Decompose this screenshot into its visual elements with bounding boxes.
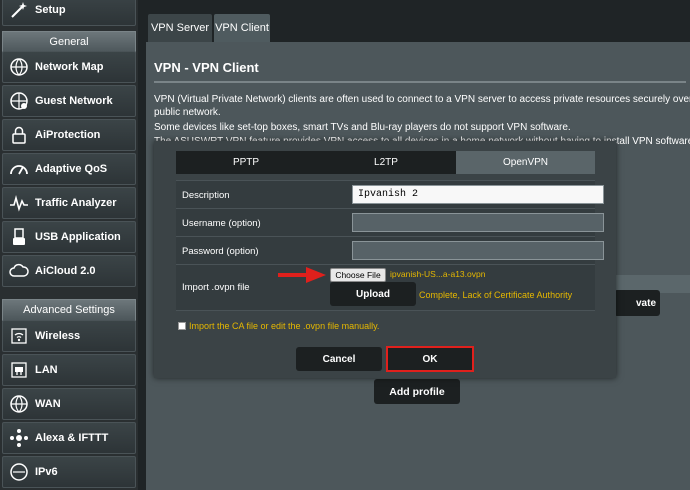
globe-icon <box>9 394 29 414</box>
sidebar-item-label: Network Map <box>35 61 104 73</box>
ok-button[interactable]: OK <box>386 346 474 372</box>
sidebar-item-ipv6[interactable]: IPv6 <box>2 456 136 488</box>
selected-file-name: ipvanish-US...a-a13.ovpn <box>390 269 486 279</box>
title-divider <box>154 81 686 83</box>
usb-icon <box>9 227 29 247</box>
tab-vpn-client[interactable]: VPN Client <box>214 14 270 42</box>
sidebar-item-label: Setup <box>35 4 66 16</box>
sidebar-item-label: LAN <box>35 364 58 376</box>
username-label: Username (option) <box>182 218 261 229</box>
password-label: Password (option) <box>182 246 259 257</box>
tab-pptp[interactable]: PPTP <box>176 151 316 174</box>
username-field[interactable] <box>352 213 604 232</box>
vpn-profile-dialog: PPTP L2TP OpenVPN Description Ipvanish 2… <box>154 141 616 378</box>
sidebar-item-label: USB Application <box>35 231 121 243</box>
add-profile-button[interactable]: Add profile <box>374 379 460 404</box>
sidebar: Setup General Network Map Guest Network … <box>0 0 138 490</box>
sidebar-item-alexa-ifttt[interactable]: Alexa & IFTTT <box>2 422 136 454</box>
tab-l2tp[interactable]: L2TP <box>316 151 456 174</box>
sidebar-item-aiprotection[interactable]: AiProtection <box>2 119 136 151</box>
sidebar-item-label: Guest Network <box>35 95 113 107</box>
sidebar-item-label: AiProtection <box>35 129 101 141</box>
traffic-icon <box>9 193 29 213</box>
password-field[interactable] <box>352 241 604 260</box>
sidebar-item-label: Adaptive QoS <box>35 163 108 175</box>
sidebar-item-wan[interactable]: WAN <box>2 388 136 420</box>
red-arrow-icon <box>278 267 326 283</box>
cloud-icon <box>9 261 29 281</box>
sidebar-item-label: Alexa & IFTTT <box>35 432 109 444</box>
import-ca-label: Import the CA file or edit the .ovpn fil… <box>189 321 380 331</box>
sidebar-item-adaptive-qos[interactable]: Adaptive QoS <box>2 153 136 185</box>
tab-openvpn[interactable]: OpenVPN <box>456 151 595 174</box>
description-label: Description <box>182 190 230 201</box>
ipv6-icon <box>9 462 29 482</box>
sidebar-item-network-map[interactable]: Network Map <box>2 51 136 83</box>
wand-icon <box>9 0 29 20</box>
import-ca-checkbox[interactable] <box>178 322 186 330</box>
sidebar-item-aicloud[interactable]: AiCloud 2.0 <box>2 255 136 287</box>
page-title: VPN - VPN Client <box>154 60 259 75</box>
activate-button[interactable]: vate <box>614 290 660 316</box>
username-row: Username (option) <box>176 208 604 236</box>
description-field[interactable]: Ipvanish 2 <box>352 185 604 204</box>
sidebar-item-wireless[interactable]: Wireless <box>2 320 136 352</box>
tab-vpn-server[interactable]: VPN Server <box>148 14 212 42</box>
description-line: public network. <box>154 107 221 118</box>
upload-button[interactable]: Upload <box>330 282 416 306</box>
choose-file-button[interactable]: Choose File <box>330 268 386 282</box>
sidebar-item-label: IPv6 <box>35 466 58 478</box>
lock-icon <box>9 125 29 145</box>
sidebar-item-traffic-analyzer[interactable]: Traffic Analyzer <box>2 187 136 219</box>
import-label: Import .ovpn file <box>182 282 250 293</box>
description-row: Description Ipvanish 2 <box>176 180 604 208</box>
lan-icon <box>9 360 29 380</box>
sidebar-item-usb-application[interactable]: USB Application <box>2 221 136 253</box>
wifi-icon <box>9 326 29 346</box>
sidebar-item-guest-network[interactable]: Guest Network <box>2 85 136 117</box>
password-row: Password (option) <box>176 236 604 264</box>
gauge-icon <box>9 159 29 179</box>
sidebar-item-label: Wireless <box>35 330 81 342</box>
sidebar-item-label: WAN <box>35 398 61 410</box>
sidebar-item-label: AiCloud 2.0 <box>35 265 96 277</box>
description-line: Some devices like set-top boxes, smart T… <box>154 122 571 133</box>
upload-status: Complete, Lack of Certificate Authority <box>419 290 573 300</box>
sidebar-item-label: Traffic Analyzer <box>35 197 117 209</box>
general-section-header: General <box>2 31 136 53</box>
advanced-section-header: Advanced Settings <box>2 299 136 321</box>
cancel-button[interactable]: Cancel <box>296 347 382 371</box>
description-line: VPN (Virtual Private Network) clients ar… <box>154 94 690 105</box>
sidebar-item-lan[interactable]: LAN <box>2 354 136 386</box>
alexa-icon <box>9 428 29 448</box>
guest-network-icon <box>9 91 29 111</box>
sidebar-item-setup[interactable]: Setup <box>2 0 136 26</box>
network-map-icon <box>9 57 29 77</box>
